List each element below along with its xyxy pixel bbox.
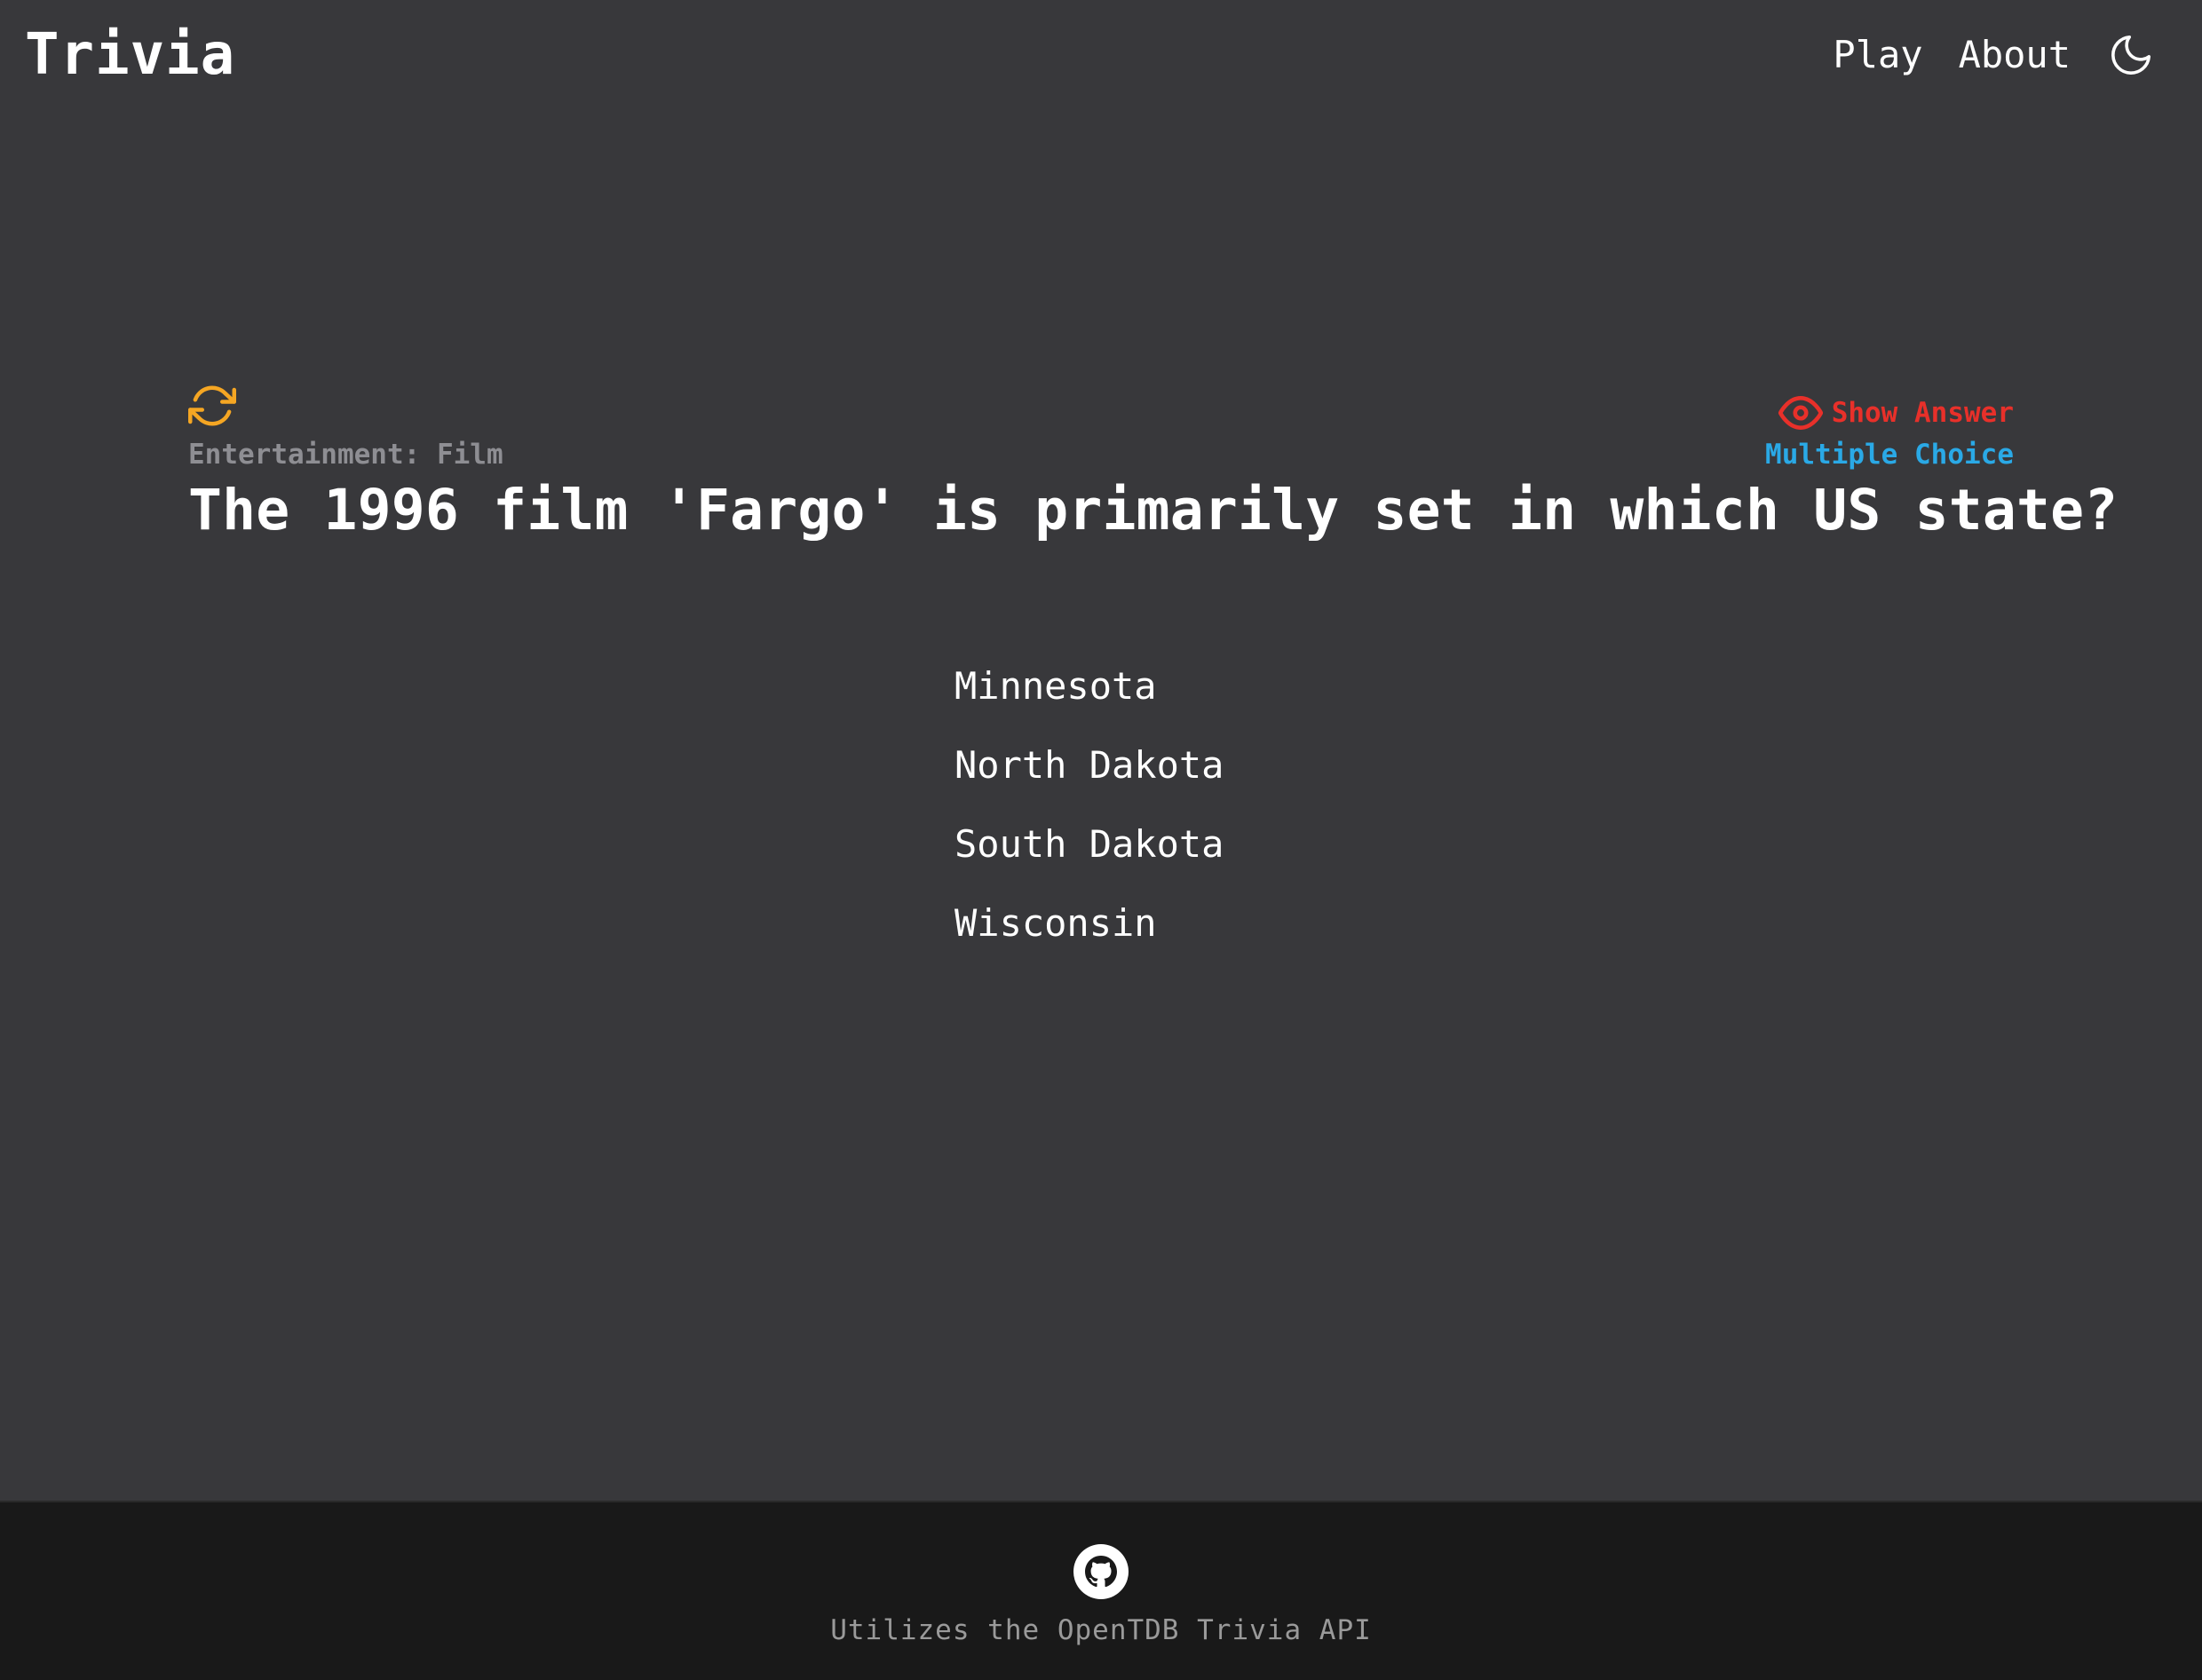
question-category: Entertainment: Film [188, 439, 503, 471]
brand-title[interactable]: Trivia [25, 20, 235, 91]
question-type-badge: Multiple Choice [1765, 439, 2014, 471]
api-credit: Utilizes the OpenTDB Trivia API [830, 1614, 1372, 1646]
show-answer-button[interactable]: Show Answer [1778, 391, 2014, 435]
nav-play-link[interactable]: Play [1833, 27, 1922, 83]
github-link[interactable] [1073, 1544, 1129, 1599]
new-question-button[interactable] [188, 382, 236, 430]
top-bar: Trivia Play About [0, 0, 2202, 111]
github-icon [1085, 1556, 1117, 1588]
answer-option[interactable]: Minnesota [954, 646, 1224, 725]
answer-option[interactable]: Wisconsin [954, 884, 1224, 963]
theme-toggle-button[interactable] [2106, 30, 2156, 80]
question-text: The 1996 film 'Fargo' is primarily set i… [188, 478, 2119, 543]
moon-icon [2111, 35, 2151, 75]
footer: Utilizes the OpenTDB Trivia API [0, 1501, 2202, 1680]
answer-list: Minnesota North Dakota South Dakota Wisc… [954, 646, 1224, 963]
nav-about-link[interactable]: About [1959, 27, 2071, 83]
refresh-icon [188, 385, 236, 426]
show-answer-label: Show Answer [1831, 397, 2014, 429]
main-nav: Play About [1833, 27, 2156, 83]
answer-option[interactable]: South Dakota [954, 804, 1224, 884]
answer-option[interactable]: North Dakota [954, 725, 1224, 804]
eye-icon [1778, 396, 1823, 430]
